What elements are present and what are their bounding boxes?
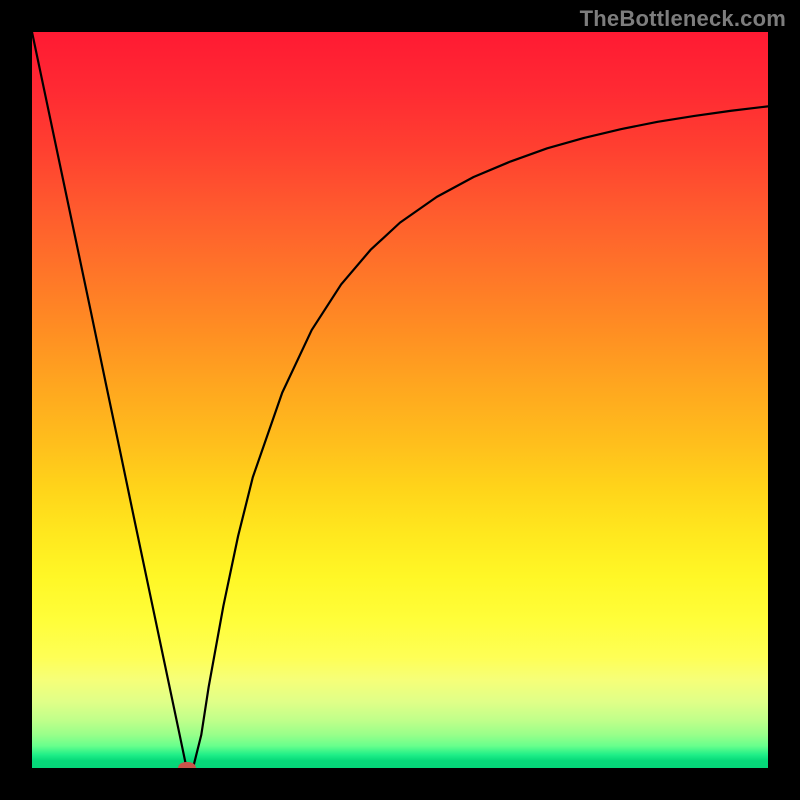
curve-svg	[32, 32, 768, 768]
minimum-marker	[178, 762, 196, 768]
plot-area	[32, 32, 768, 768]
chart-frame: TheBottleneck.com	[0, 0, 800, 800]
watermark-text: TheBottleneck.com	[580, 6, 786, 32]
bottleneck-curve	[32, 32, 768, 768]
